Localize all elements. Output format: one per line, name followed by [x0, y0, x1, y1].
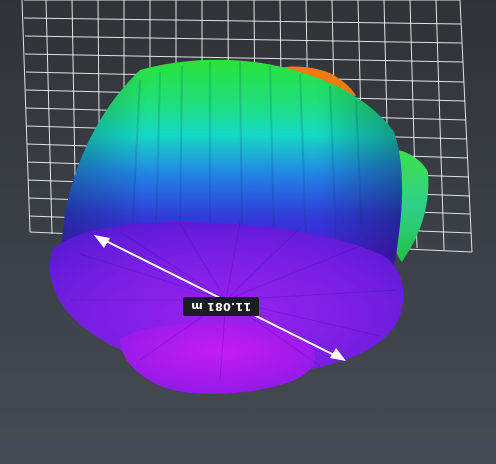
bottom-bulge: [120, 321, 316, 394]
scene-canvas[interactable]: [0, 0, 496, 464]
3d-viewport[interactable]: 11.081 m: [0, 0, 496, 464]
measurement-label: 11.081 m: [183, 297, 259, 316]
